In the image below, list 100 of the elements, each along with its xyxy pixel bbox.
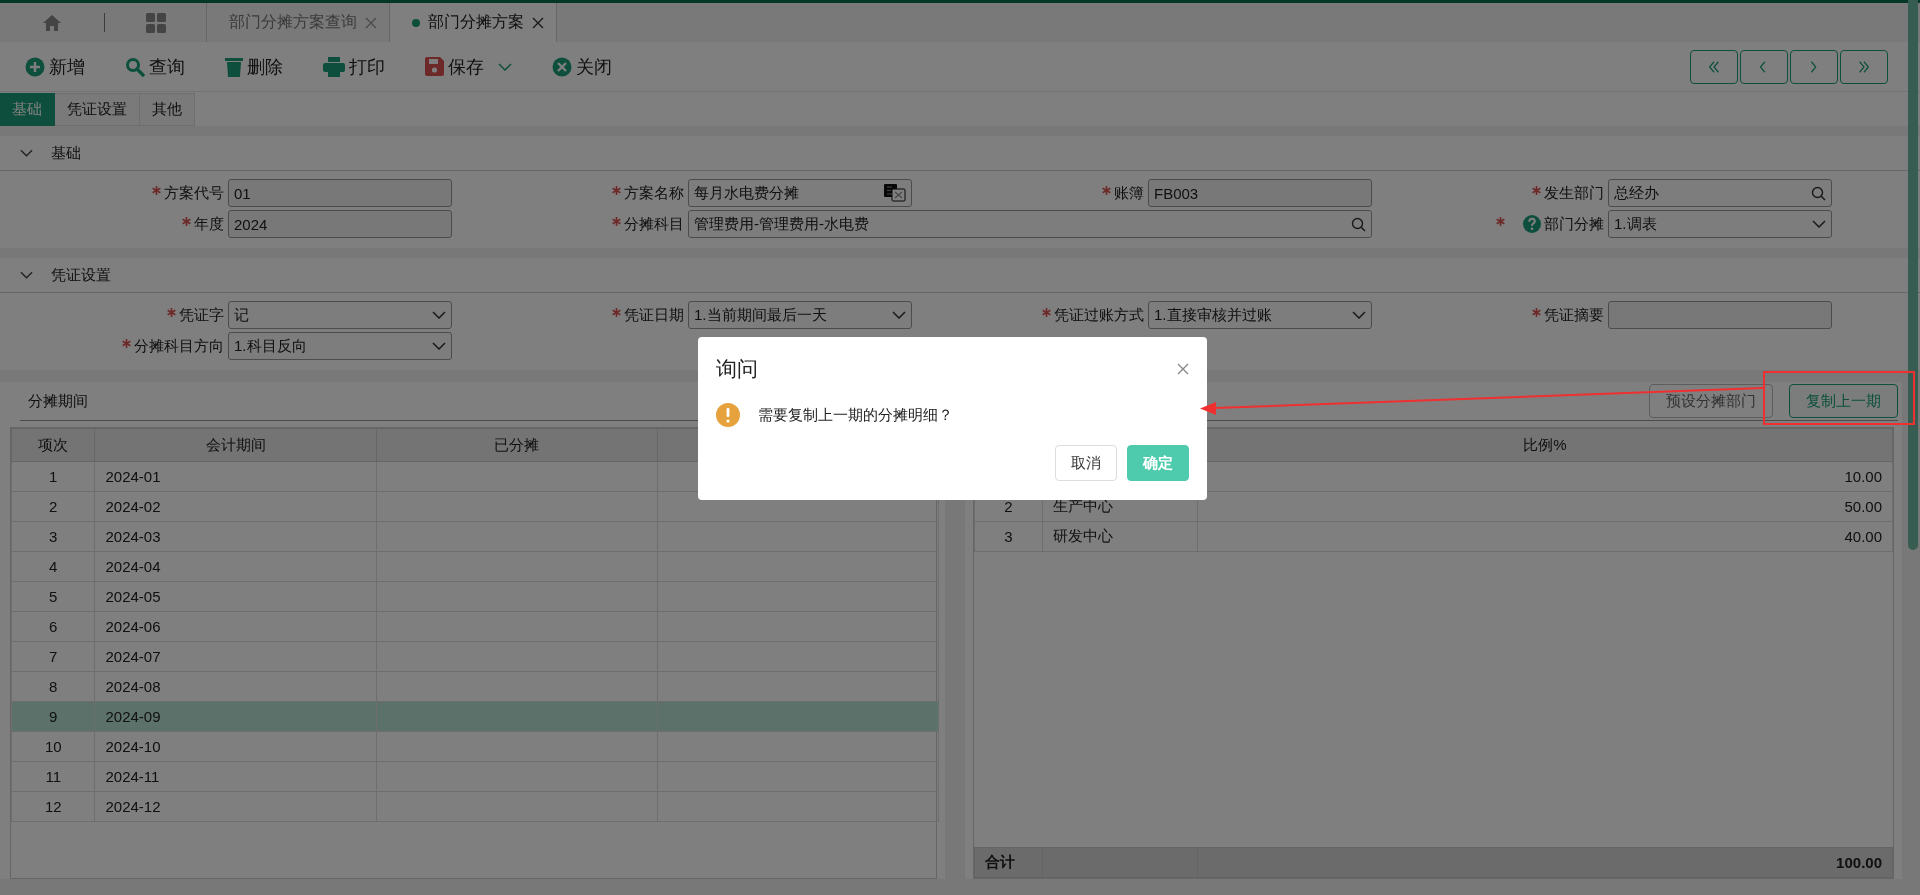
toolbar-button[interactable]: 查询 [125,54,185,79]
form-tab[interactable]: 基础 [0,93,55,126]
table-cell: 9 [11,701,95,732]
first-page-button[interactable] [1690,49,1738,84]
scrollbar-thumb[interactable] [1908,0,1918,550]
table-cell: 研发中心 [1042,521,1198,552]
chevron-down-icon[interactable] [20,149,33,157]
input-field[interactable]: 总经办 [1608,179,1832,207]
previous-button[interactable] [1740,49,1788,84]
double-chevron-right-icon [1857,59,1871,74]
section-title: 凭证设置 [51,265,111,285]
plus-circle-icon [25,56,45,77]
table-cell: 2024-11 [95,761,377,792]
table-cell: 12 [11,791,95,822]
field-label: 账簿 [1114,183,1144,203]
active-dot-icon [412,18,420,27]
field-label: 凭证日期 [624,305,684,325]
input-field[interactable]: FB003 [1148,179,1372,207]
table-cell: 2024-06 [95,611,377,642]
table-cell: 2024-03 [95,521,377,552]
input-field[interactable]: 管理费用-管理费用-水电费 [688,210,1372,238]
chevron-down-icon[interactable] [20,271,33,279]
select-field[interactable]: 1.调表 [1608,210,1832,238]
toolbar-button[interactable]: 新增 [25,54,85,79]
close-icon[interactable] [365,16,377,29]
table-cell: 5 [11,581,95,612]
column-header: 项次 [11,428,95,462]
section-title: 基础 [51,143,81,163]
action-button[interactable]: 复制上一期 [1789,384,1898,418]
search-icon [125,56,145,77]
table-cell: 4 [11,551,95,582]
cancel-button[interactable]: 取消 [1055,445,1117,481]
select-field[interactable]: 记 [228,301,452,329]
field-label: 凭证摘要 [1544,305,1604,325]
chevron-down-icon [1812,220,1826,228]
dialog-title: 询问 [716,356,758,382]
table-cell: 2024-01 [95,461,377,492]
close-icon[interactable] [1177,363,1189,375]
home-icon[interactable] [42,12,62,33]
page-tab[interactable]: 部门分摊方案 [389,3,556,42]
field-label: 年度 [194,214,224,234]
column-header: 会计期间 [95,428,377,462]
chevron-down-icon [892,311,906,319]
column-header: 已分摊 [376,428,658,462]
table-cell: 3 [974,521,1043,552]
input-field[interactable]: 01 [228,179,452,207]
action-button[interactable]: 预设分摊部门 [1649,384,1773,418]
table-cell: 7 [11,641,95,672]
table-cell: 40.00 [1197,521,1893,552]
table-cell: 2 [11,491,95,522]
field-label: 凭证字 [179,305,224,325]
table-cell: 2024-09 [95,701,377,732]
dialog-message: 需要复制上一期的分摊明细？ [758,405,953,425]
close-icon[interactable] [532,16,544,29]
warning-icon [716,403,740,427]
field-label: 发生部门 [1544,183,1604,203]
table-cell: 1 [11,461,95,492]
search-icon[interactable] [1351,216,1366,232]
table-cell: 100.00 [1197,847,1893,878]
table-cell: 2024-08 [95,671,377,702]
input-field[interactable] [1608,301,1832,329]
table-cell: 2024-04 [95,551,377,582]
toolbar-button[interactable]: 保存 [425,54,512,79]
table-cell: 11 [11,761,95,792]
panel-title: 分摊期间 [28,391,88,411]
table-cell: 10 [11,731,95,762]
table-cell: 3 [11,521,95,552]
select-field[interactable]: 1.直接审核并过账 [1148,301,1372,329]
toolbar-button[interactable]: 删除 [225,54,283,79]
help-icon[interactable] [1523,215,1541,233]
input-field[interactable]: 2024 [228,210,452,238]
language-icon[interactable] [884,184,906,202]
field-label: 凭证过账方式 [1054,305,1144,325]
table-cell: 2024-12 [95,791,377,822]
field-label: 方案代号 [164,183,224,203]
field-label: 方案名称 [624,183,684,203]
table-cell: 2024-10 [95,731,377,762]
toolbar-button[interactable]: 打印 [323,54,385,79]
field-label: 部门分摊 [1544,214,1604,234]
form-tab[interactable]: 其他 [140,93,195,126]
chevron-down-icon [432,311,446,319]
toolbar-button[interactable]: 关闭 [552,54,612,79]
chevron-down-icon [432,342,446,350]
table-cell: 2024-05 [95,581,377,612]
input-field[interactable]: 每月水电费分摊 [688,179,912,207]
table-cell: 8 [11,671,95,702]
table-cell: 2024-07 [95,641,377,672]
field-label: 分摊科目方向 [134,336,224,356]
table-cell: 合计 [974,847,1043,878]
last-page-button[interactable] [1840,49,1888,84]
field-label: 分摊科目 [624,214,684,234]
next-button[interactable] [1790,49,1838,84]
search-icon[interactable] [1811,185,1826,201]
table-cell: 6 [11,611,95,642]
select-field[interactable]: 1.当前期间最后一天 [688,301,912,329]
form-tab[interactable]: 凭证设置 [55,93,140,126]
grid-icon[interactable] [144,11,167,34]
double-chevron-left-icon [1707,59,1721,74]
select-field[interactable]: 1.科目反向 [228,332,452,360]
trash-icon [225,56,243,77]
